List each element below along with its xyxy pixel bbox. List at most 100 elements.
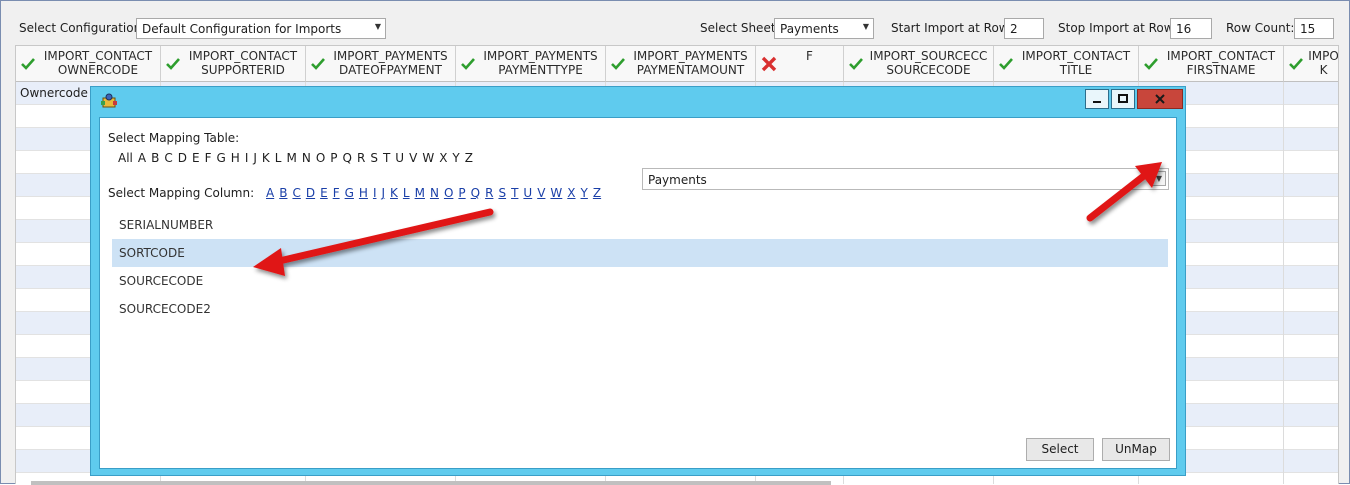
column-letter-link[interactable]: T — [511, 186, 518, 200]
header-line2: FIRSTNAME — [1186, 63, 1256, 77]
column-letter-link[interactable]: A — [266, 186, 274, 200]
grid-column-title: IMPORT_CONTACT SUPPORTERID — [185, 49, 301, 77]
table-letter-filter-item[interactable]: Y — [452, 151, 459, 165]
table-letter-filter-item[interactable]: W — [422, 151, 434, 165]
grid-column-header[interactable]: IMPORT_CONTACT FIRSTNAME — [1139, 46, 1284, 82]
table-letter-filter-item[interactable]: N — [302, 151, 311, 165]
column-letter-link[interactable]: N — [430, 186, 439, 200]
grid-column-header[interactable]: IMPORT_CONTACT SUPPORTERID — [161, 46, 306, 82]
table-letter-filter-item[interactable]: X — [439, 151, 447, 165]
checkmark-icon — [849, 58, 863, 70]
select-button[interactable]: Select — [1026, 438, 1094, 461]
table-letter-filter-item[interactable]: V — [409, 151, 417, 165]
grid-column-header[interactable]: IMPO K — [1284, 46, 1339, 82]
table-letter-filter-item[interactable]: H — [231, 151, 240, 165]
list-item[interactable]: SOURCECODE — [112, 267, 1168, 295]
maximize-icon — [1118, 94, 1128, 103]
list-item[interactable]: SORTCODE — [112, 239, 1168, 267]
table-letter-filter-item[interactable]: L — [275, 151, 282, 165]
stop-row-input[interactable]: 16 — [1170, 18, 1212, 39]
grid-column-header[interactable]: F — [756, 46, 844, 82]
table-letter-filter-item[interactable]: Z — [465, 151, 473, 165]
column-letter-link[interactable]: B — [279, 186, 287, 200]
chevron-down-icon[interactable]: ▼ — [1152, 171, 1166, 186]
column-letter-link[interactable]: K — [390, 186, 398, 200]
table-letter-filter-item[interactable]: I — [245, 151, 249, 165]
grid-column-header[interactable]: IMPORT_CONTACT TITLE — [994, 46, 1139, 82]
checkmark-icon — [21, 58, 35, 70]
column-letter-link[interactable]: E — [320, 186, 328, 200]
table-letter-filter-item[interactable]: O — [316, 151, 325, 165]
sheet-value: Payments — [780, 22, 839, 36]
column-letter-link[interactable]: Z — [593, 186, 601, 200]
column-letter-link[interactable]: Q — [471, 186, 480, 200]
start-row-input[interactable]: 2 — [1004, 18, 1044, 39]
header-line1: IMPORT_CONTACT — [188, 49, 298, 63]
column-letter-link[interactable]: G — [345, 186, 354, 200]
column-letter-link[interactable]: H — [359, 186, 368, 200]
row-count-input[interactable]: 15 — [1294, 18, 1334, 39]
header-line1: IMPO — [1308, 49, 1339, 63]
column-letter-link[interactable]: V — [537, 186, 545, 200]
table-letter-filter-item[interactable]: T — [383, 151, 390, 165]
close-button[interactable] — [1137, 89, 1183, 109]
header-line2: TITLE — [1059, 63, 1093, 77]
grid-column-header[interactable]: IMPORT_SOURCECC SOURCECODE — [844, 46, 994, 82]
grid-cell[interactable]: Ownercode — [20, 86, 88, 100]
table-letter-filter-item[interactable]: B — [151, 151, 159, 165]
minimize-icon — [1093, 101, 1101, 103]
maximize-button[interactable] — [1111, 89, 1135, 109]
grid-column-header[interactable]: IMPORT_PAYMENTS PAYMENTAMOUNT — [606, 46, 756, 82]
column-letter-link[interactable]: X — [567, 186, 575, 200]
stop-row-label: Stop Import at Row: — [1058, 21, 1177, 35]
mapping-dialog: Select Mapping Table: All A B C D E F G H I J K L M N O… — [90, 86, 1186, 476]
column-letter-link[interactable]: W — [550, 186, 562, 200]
table-letter-filter-item[interactable]: G — [216, 151, 225, 165]
table-letter-filter-item[interactable]: C — [164, 151, 172, 165]
column-letter-link[interactable]: C — [292, 186, 300, 200]
table-letter-filter-item[interactable]: P — [330, 151, 337, 165]
header-line2: K — [1319, 63, 1328, 77]
table-letter-filter-item[interactable]: F — [205, 151, 212, 165]
table-letter-filter-item[interactable]: U — [395, 151, 404, 165]
sheet-select[interactable]: Payments ▼ — [774, 18, 874, 39]
grid-column-header[interactable]: IMPORT_PAYMENTS PAYMENTTYPE — [456, 46, 606, 82]
table-letter-filter-item[interactable]: K — [262, 151, 270, 165]
grid-column-header[interactable]: IMPORT_PAYMENTS DATEOFPAYMENT — [306, 46, 456, 82]
mapping-table-select[interactable]: Payments ▼ — [642, 168, 1169, 190]
chevron-down-icon: ▼ — [374, 22, 381, 31]
column-letter-link[interactable]: Y — [581, 186, 588, 200]
column-letter-link[interactable]: J — [381, 186, 385, 200]
header-line2: SOURCECODE — [886, 63, 971, 77]
column-letter-link[interactable]: D — [306, 186, 315, 200]
column-letter-link[interactable]: M — [415, 186, 425, 200]
table-letter-filter-item[interactable]: J — [253, 151, 257, 165]
list-item[interactable]: SOURCECODE2 — [112, 295, 1168, 323]
table-letter-filter-item[interactable]: E — [192, 151, 200, 165]
table-letter-filter-item[interactable]: A — [138, 151, 146, 165]
column-letter-link[interactable]: I — [373, 186, 377, 200]
table-letter-filter-item[interactable]: Q — [343, 151, 352, 165]
column-letter-link[interactable]: L — [403, 186, 410, 200]
horizontal-scrollbar[interactable] — [31, 481, 831, 485]
column-letter-link[interactable]: F — [333, 186, 340, 200]
configuration-select[interactable]: Default Configuration for Imports ▼ — [136, 18, 386, 39]
table-letter-filter-item[interactable]: All — [118, 151, 133, 165]
select-sheet-label: Select Sheet — [700, 21, 776, 35]
grid-column-title: IMPORT_CONTACT OWNERCODE — [40, 49, 156, 77]
table-letter-filter-item[interactable]: D — [178, 151, 187, 165]
column-letter-link[interactable]: O — [444, 186, 453, 200]
minimize-button[interactable] — [1085, 89, 1109, 109]
table-letter-filter-item[interactable]: R — [357, 151, 365, 165]
list-item[interactable]: SERIALNUMBER — [112, 211, 1168, 239]
column-letter-link[interactable]: R — [485, 186, 493, 200]
unmap-button[interactable]: UnMap — [1102, 438, 1170, 461]
grid-column-header[interactable]: IMPORT_CONTACT OWNERCODE — [16, 46, 161, 82]
table-letter-filter-item[interactable]: S — [370, 151, 378, 165]
column-letter-link[interactable]: S — [498, 186, 506, 200]
column-letter-link[interactable]: P — [458, 186, 465, 200]
checkmark-icon — [461, 58, 475, 70]
table-letter-filter-item[interactable]: M — [286, 151, 296, 165]
column-letter-link[interactable]: U — [523, 186, 532, 200]
row-count-label: Row Count: — [1226, 21, 1295, 35]
